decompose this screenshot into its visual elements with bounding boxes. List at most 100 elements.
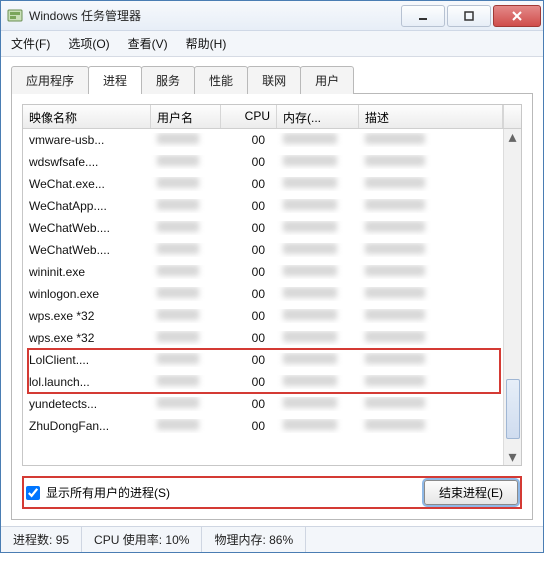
col-image-name[interactable]: 映像名称 [23,105,151,128]
status-process-count: 进程数: 95 [1,527,82,552]
table-row[interactable]: vmware-usb...00 [23,129,521,151]
cell-image-name: yundetects... [23,397,151,411]
menu-help[interactable]: 帮助(H) [186,35,227,52]
cell-description [359,331,521,345]
cell-user-name [151,353,221,367]
status-physical-memory: 物理内存: 86% [202,527,306,552]
cell-image-name: WeChatWeb.... [23,221,151,235]
tab-performance[interactable]: 性能 [194,66,248,94]
table-row[interactable]: lol.launch... 00 [23,371,521,393]
scroll-down-arrow-icon[interactable]: ▾ [505,449,521,465]
cell-cpu: 00 [221,331,277,345]
tab-panel-processes: 映像名称 用户名 CPU 内存(... 描述 vmware-usb...00wd… [11,93,533,520]
cell-description [359,199,521,213]
tab-applications[interactable]: 应用程序 [11,66,89,94]
show-all-users-input[interactable] [26,486,40,500]
cell-cpu: 00 [221,353,277,367]
cell-cpu: 00 [221,309,277,323]
cell-description [359,265,521,279]
table-row[interactable]: wps.exe *32 00 [23,327,521,349]
vertical-scrollbar[interactable]: ▴ ▾ [503,129,521,465]
cell-image-name: WeChatWeb.... [23,243,151,257]
tab-processes[interactable]: 进程 [88,66,142,94]
close-button[interactable] [493,5,541,27]
cell-image-name: winlogon.exe [23,287,151,301]
task-manager-window: Windows 任务管理器 文件(F) 选项(O) 查看(V) 帮助(H) 应用… [0,0,544,553]
cell-image-name: WeChat.exe... [23,177,151,191]
cell-cpu: 00 [221,419,277,433]
menu-options[interactable]: 选项(O) [68,35,109,52]
menu-file[interactable]: 文件(F) [11,35,50,52]
cell-memory [277,309,359,323]
col-description[interactable]: 描述 [359,105,503,128]
table-row[interactable]: WeChatWeb....00 [23,217,521,239]
table-row[interactable]: wdswfsafe.... 00 [23,151,521,173]
cell-cpu: 00 [221,199,277,213]
tab-services[interactable]: 服务 [141,66,195,94]
cell-memory [277,177,359,191]
status-cpu-usage: CPU 使用率: 10% [82,527,202,552]
cell-image-name: ZhuDongFan... [23,419,151,433]
table-body: vmware-usb...00wdswfsafe....00WeChat.exe… [23,129,521,467]
cell-user-name [151,419,221,433]
tab-strip: 应用程序 进程 服务 性能 联网 用户 [11,65,533,93]
cell-cpu: 00 [221,375,277,389]
scroll-up-arrow-icon[interactable]: ▴ [505,129,521,145]
status-bar: 进程数: 95 CPU 使用率: 10% 物理内存: 86% [1,526,543,552]
cell-user-name [151,243,221,257]
cell-description [359,397,521,411]
tab-networking[interactable]: 联网 [247,66,301,94]
cell-user-name [151,199,221,213]
cell-user-name [151,309,221,323]
cell-image-name: wps.exe *32 [23,309,151,323]
col-user-name[interactable]: 用户名 [151,105,221,128]
cell-memory [277,419,359,433]
cell-user-name [151,397,221,411]
cell-user-name [151,133,221,147]
maximize-button[interactable] [447,5,491,27]
cell-user-name [151,221,221,235]
minimize-button[interactable] [401,5,445,27]
table-row[interactable]: winlogon.exe 00 [23,283,521,305]
cell-description [359,419,521,433]
cell-cpu: 00 [221,287,277,301]
titlebar[interactable]: Windows 任务管理器 [1,1,543,31]
cell-image-name: lol.launch... [23,375,151,389]
cell-description [359,155,521,169]
cell-image-name: wps.exe *32 [23,331,151,345]
cell-memory [277,375,359,389]
cell-description [359,309,521,323]
col-memory[interactable]: 内存(... [277,105,359,128]
cell-description [359,287,521,301]
cell-description [359,375,521,389]
cell-user-name [151,287,221,301]
table-row[interactable]: wps.exe *32 00 [23,305,521,327]
table-row[interactable]: yundetects...00 [23,393,521,415]
cell-user-name [151,265,221,279]
table-row[interactable]: ZhuDongFan... 00 [23,415,521,437]
tab-users[interactable]: 用户 [300,66,354,94]
cell-cpu: 00 [221,155,277,169]
cell-image-name: vmware-usb... [23,133,151,147]
cell-description [359,221,521,235]
table-row[interactable]: WeChatApp....00 [23,195,521,217]
cell-memory [277,397,359,411]
menu-view[interactable]: 查看(V) [128,35,168,52]
table-row[interactable]: LolClient....00 [23,349,521,371]
cell-user-name [151,155,221,169]
end-process-button[interactable]: 结束进程(E) [424,480,518,505]
show-all-users-label: 显示所有用户的进程(S) [46,484,170,501]
table-row[interactable]: WeChatWeb....00 [23,239,521,261]
cell-memory [277,199,359,213]
col-cpu[interactable]: CPU [221,105,277,128]
table-row[interactable]: WeChat.exe...00 [23,173,521,195]
cell-description [359,353,521,367]
cell-memory [277,287,359,301]
show-all-users-checkbox[interactable]: 显示所有用户的进程(S) [26,484,170,501]
cell-memory [277,155,359,169]
scrollbar-thumb[interactable] [506,379,520,439]
process-table: 映像名称 用户名 CPU 内存(... 描述 vmware-usb...00wd… [22,104,522,466]
cell-cpu: 00 [221,265,277,279]
cell-image-name: wdswfsafe.... [23,155,151,169]
table-row[interactable]: wininit.exe00 [23,261,521,283]
